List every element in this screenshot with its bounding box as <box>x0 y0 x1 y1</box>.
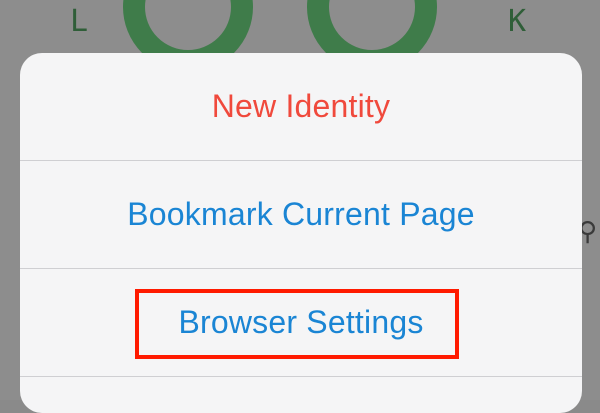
bookmark-current-page-button[interactable]: Bookmark Current Page <box>20 161 582 267</box>
new-identity-button[interactable]: New Identity <box>20 53 582 159</box>
browser-settings-label: Browser Settings <box>178 303 424 340</box>
bookmark-current-page-label: Bookmark Current Page <box>127 195 475 232</box>
action-sheet: New Identity Bookmark Current Page Brows… <box>20 53 582 413</box>
separator <box>20 376 582 377</box>
new-identity-label: New Identity <box>211 87 391 124</box>
logo-letter-k: K <box>508 4 527 39</box>
browser-settings-button[interactable]: Browser Settings <box>20 269 582 375</box>
logo-letter-l: L <box>70 4 89 39</box>
